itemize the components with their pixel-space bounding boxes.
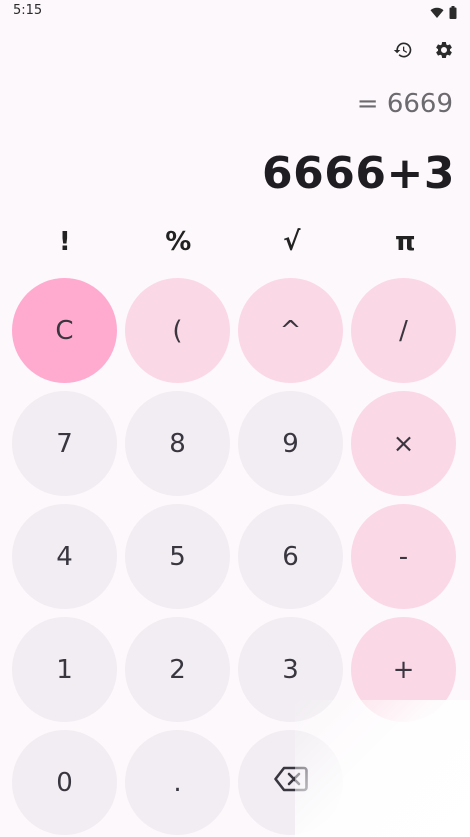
expression-display[interactable]: 6666+3 [262,148,455,199]
power-button[interactable]: ^ [238,278,343,383]
status-time: 5:15 [13,3,43,18]
digit-8-button[interactable]: 8 [125,391,230,496]
pi-button[interactable]: π [349,218,463,266]
function-row: ! % √ π [8,218,462,266]
percent-button[interactable]: % [122,218,236,266]
decimal-point-button[interactable]: . [125,730,230,835]
plus-button[interactable]: + [351,617,456,722]
clear-button[interactable]: C [12,278,117,383]
settings-gear-icon[interactable] [431,37,457,63]
multiply-button[interactable]: × [351,391,456,496]
system-icons [430,4,457,23]
digit-2-button[interactable]: 2 [125,617,230,722]
divide-button[interactable]: / [351,278,456,383]
wifi-icon [430,4,444,23]
digit-9-button[interactable]: 9 [238,391,343,496]
parenthesis-button[interactable]: ( [125,278,230,383]
minus-button[interactable]: - [351,504,456,609]
digit-6-button[interactable]: 6 [238,504,343,609]
status-bar: 5:15 [0,0,470,22]
factorial-button[interactable]: ! [8,218,122,266]
sqrt-button[interactable]: √ [235,218,349,266]
digit-5-button[interactable]: 5 [125,504,230,609]
battery-icon [449,4,457,23]
backspace-button[interactable] [238,730,343,835]
digit-4-button[interactable]: 4 [12,504,117,609]
digit-1-button[interactable]: 1 [12,617,117,722]
backspace-icon [273,766,308,799]
result-display: = 6669 [356,89,453,119]
digit-3-button[interactable]: 3 [238,617,343,722]
history-icon[interactable] [390,37,416,63]
digit-0-button[interactable]: 0 [12,730,117,835]
digit-7-button[interactable]: 7 [12,391,117,496]
calculator-screen: 5:15 = 6669 6666+3 ! % √ π C (^ / 7 8 9… [0,0,470,837]
